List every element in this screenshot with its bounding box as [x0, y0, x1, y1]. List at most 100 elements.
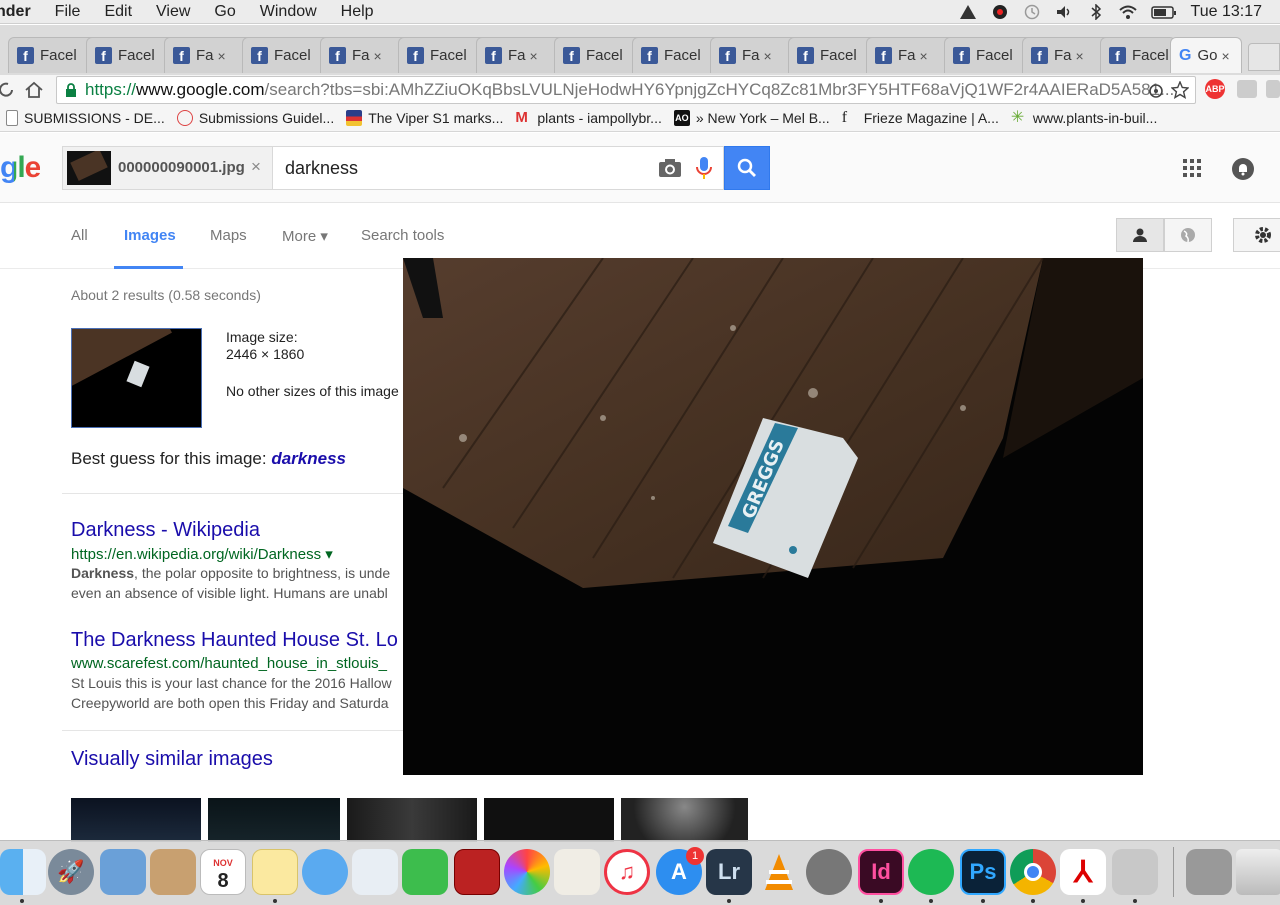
personal-results-button[interactable]	[1116, 218, 1164, 252]
calendar-icon[interactable]: NOV 8	[200, 849, 246, 895]
browser-tab-google[interactable]: G Go ×	[1170, 37, 1242, 73]
global-results-button[interactable]	[1164, 218, 1212, 252]
wifi-icon[interactable]	[1118, 4, 1137, 20]
tab-label: Facel	[274, 47, 311, 64]
similar-image-thumbnail[interactable]	[71, 798, 201, 842]
tab-close-icon[interactable]: ×	[374, 48, 382, 64]
menu-view[interactable]: View	[144, 3, 202, 21]
indesign-icon[interactable]: Id	[858, 849, 904, 895]
system-preferences-icon[interactable]	[806, 849, 852, 895]
bookmark-star-icon[interactable]	[1171, 81, 1189, 99]
enlarged-image-overlay[interactable]: GREGGS	[403, 258, 1143, 775]
battery-icon[interactable]	[1150, 4, 1177, 20]
menu-clock[interactable]: Tue 13:17	[1191, 3, 1262, 21]
remove-image-icon[interactable]: ×	[251, 157, 261, 177]
vlc-icon[interactable]	[756, 849, 802, 895]
new-tab-button[interactable]	[1248, 43, 1280, 71]
archive-utility-icon[interactable]	[1112, 849, 1158, 895]
notifications-icon[interactable]	[1231, 157, 1255, 181]
menu-window[interactable]: Window	[248, 3, 329, 21]
apps-grid-icon[interactable]	[1183, 159, 1201, 177]
query-image-preview[interactable]	[71, 328, 202, 428]
similar-image-thumbnail[interactable]	[621, 798, 748, 842]
app-menu[interactable]: nder	[0, 3, 43, 21]
tab-close-icon[interactable]: ×	[530, 48, 538, 64]
contacts-icon[interactable]	[150, 849, 196, 895]
extension-icon[interactable]	[1266, 80, 1280, 98]
menu-edit[interactable]: Edit	[92, 3, 144, 21]
bluetooth-icon[interactable]	[1087, 4, 1105, 20]
notes-icon[interactable]	[252, 849, 298, 895]
similar-image-thumbnail[interactable]	[484, 798, 614, 842]
bookmark-item[interactable]: f Frieze Magazine | A...	[836, 110, 1005, 127]
lightroom-icon[interactable]: Lr	[706, 849, 752, 895]
trash-icon[interactable]	[1236, 849, 1280, 895]
bookmark-item[interactable]: Submissions Guidel...	[171, 110, 340, 126]
camera-icon[interactable]	[658, 158, 682, 178]
tab-close-icon[interactable]: ×	[218, 48, 226, 64]
menu-file[interactable]: File	[43, 3, 93, 21]
messages-icon[interactable]	[302, 849, 348, 895]
extension-icon[interactable]	[1237, 80, 1257, 98]
bookmark-item[interactable]: The Viper S1 marks...	[340, 110, 509, 126]
photoshop-icon[interactable]: Ps	[960, 849, 1006, 895]
downloads-stack-icon[interactable]	[1186, 849, 1232, 895]
bookmark-item[interactable]: AO » New York – Mel B...	[668, 110, 836, 126]
bookmark-item[interactable]: SUBMISSIONS - DE...	[0, 110, 171, 126]
browser-tab-facebook[interactable]: f Facel	[1100, 37, 1176, 73]
search-tools-button[interactable]: Search tools	[361, 227, 444, 244]
menu-bar: nder File Edit View Go Window Help Tue 1…	[0, 0, 1280, 24]
microphone-icon[interactable]	[696, 156, 712, 180]
creative-cloud-icon[interactable]	[991, 4, 1009, 20]
pages-icon[interactable]	[554, 849, 600, 895]
tab-more[interactable]: More ▾	[282, 227, 328, 245]
result-title-link[interactable]: The Darkness Haunted House St. Lo	[71, 629, 398, 652]
tab-close-icon[interactable]: ×	[764, 48, 772, 64]
chrome-icon[interactable]	[1010, 849, 1056, 895]
itunes-icon[interactable]: ♫	[604, 849, 650, 895]
menu-go[interactable]: Go	[202, 3, 247, 21]
home-icon[interactable]	[24, 80, 44, 100]
warning-icon[interactable]	[959, 4, 977, 20]
spotify-icon[interactable]	[908, 849, 954, 895]
tab-label: Facel	[976, 47, 1013, 64]
tab-close-icon[interactable]: ×	[1221, 48, 1229, 64]
bookmark-item[interactable]: Mplants - iampollybr...	[509, 110, 668, 127]
tab-close-icon[interactable]: ×	[920, 48, 928, 64]
search-input[interactable]: darkness	[285, 158, 358, 179]
photo-booth-icon[interactable]	[352, 849, 398, 895]
tab-maps[interactable]: Maps	[210, 227, 247, 244]
photo-app-icon[interactable]	[454, 849, 500, 895]
tab-images[interactable]: Images	[124, 227, 176, 244]
result-url[interactable]: https://en.wikipedia.org/wiki/Darkness ▾	[71, 545, 333, 563]
menu-help[interactable]: Help	[329, 3, 386, 21]
bookmark-item[interactable]: ✳ www.plants-in-buil...	[1005, 110, 1164, 127]
tab-close-icon[interactable]: ×	[1076, 48, 1084, 64]
visually-similar-heading[interactable]: Visually similar images	[71, 748, 273, 771]
image-search-chip[interactable]: 000000090001.jpg ×	[63, 147, 273, 189]
running-indicator	[1133, 899, 1137, 903]
google-logo[interactable]: gle	[0, 151, 41, 185]
acrobat-icon[interactable]: ⅄	[1060, 849, 1106, 895]
search-button[interactable]	[724, 146, 770, 190]
similar-image-thumbnail[interactable]	[347, 798, 477, 842]
address-bar[interactable]: https://www.google.com/search?tbs=sbi:AM…	[56, 76, 1196, 104]
viper-icon	[346, 110, 363, 126]
search-box[interactable]: 000000090001.jpg × darkness	[62, 146, 724, 190]
time-machine-icon[interactable]	[1023, 4, 1041, 20]
finder-icon[interactable]	[0, 849, 46, 895]
location-icon[interactable]	[1147, 82, 1165, 100]
settings-button[interactable]	[1233, 218, 1280, 252]
result-title-link[interactable]: Darkness - Wikipedia	[71, 519, 260, 542]
facetime-icon[interactable]	[402, 849, 448, 895]
volume-icon[interactable]	[1055, 4, 1073, 20]
launchpad-icon[interactable]: 🚀	[48, 849, 94, 895]
result-url[interactable]: www.scarefest.com/haunted_house_in_stlou…	[71, 655, 387, 672]
best-guess-link[interactable]: darkness	[271, 449, 346, 468]
reload-icon[interactable]	[0, 81, 14, 99]
preview-icon[interactable]	[100, 849, 146, 895]
photos-icon[interactable]	[504, 849, 550, 895]
adblock-icon[interactable]: ABP	[1205, 79, 1225, 99]
tab-all[interactable]: All	[71, 227, 88, 244]
similar-image-thumbnail[interactable]	[208, 798, 340, 842]
